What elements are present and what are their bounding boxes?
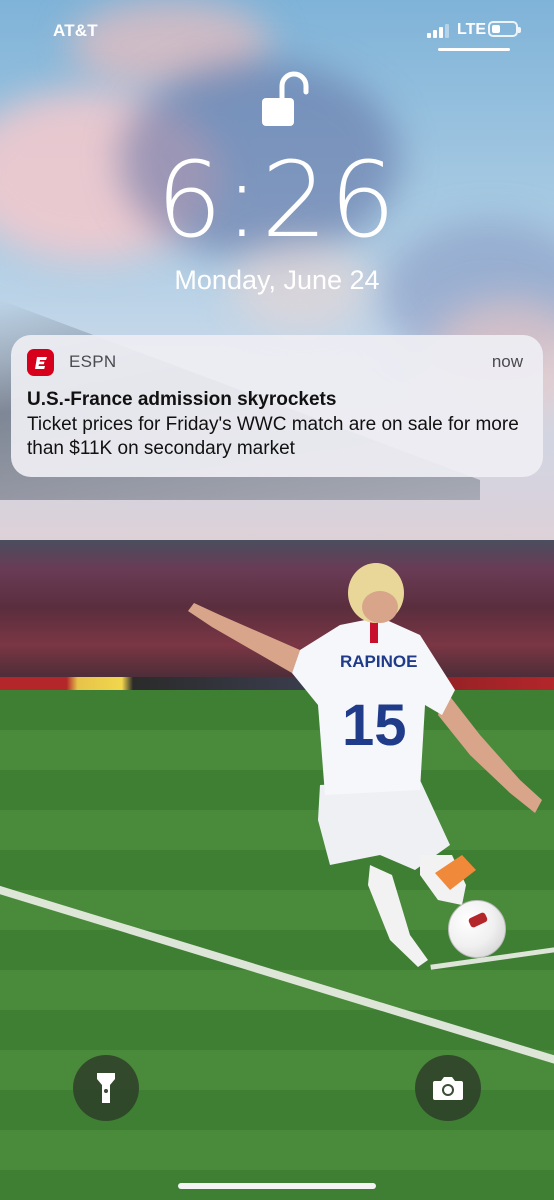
- flashlight-button[interactable]: [73, 1055, 139, 1121]
- jersey-number: 15: [342, 693, 407, 758]
- flashlight-icon: [97, 1073, 115, 1103]
- lock-screen-date: Monday, June 24: [174, 265, 380, 295]
- notification-app-name: ESPN: [69, 352, 117, 371]
- soccer-ball: [448, 900, 506, 958]
- lock-screen-clock: 6:26: [156, 139, 398, 261]
- jersey-name: RAPINOE: [340, 652, 417, 671]
- unlocked-padlock-icon: [262, 71, 309, 126]
- carrier-name: AT&T: [53, 21, 98, 40]
- status-bar: AT&T LTE: [0, 0, 554, 60]
- notification-body: Ticket prices for Friday's WWC match are…: [27, 414, 519, 459]
- battery-level: [492, 25, 500, 33]
- espn-notification[interactable]: ESPN now U.S.-France admission skyrocket…: [11, 335, 543, 477]
- control-center-indicator[interactable]: [438, 48, 510, 51]
- home-indicator[interactable]: [178, 1183, 376, 1189]
- camera-button[interactable]: [415, 1055, 481, 1121]
- signal-strength-icon: [427, 24, 449, 38]
- espn-e-glyph: [34, 356, 47, 369]
- camera-icon: [433, 1077, 463, 1100]
- network-type: LTE: [457, 21, 487, 38]
- battery-icon: [488, 21, 521, 37]
- notification-title: U.S.-France admission skyrockets: [27, 389, 337, 410]
- espn-logo-icon: [27, 349, 54, 376]
- notification-time: now: [491, 352, 523, 371]
